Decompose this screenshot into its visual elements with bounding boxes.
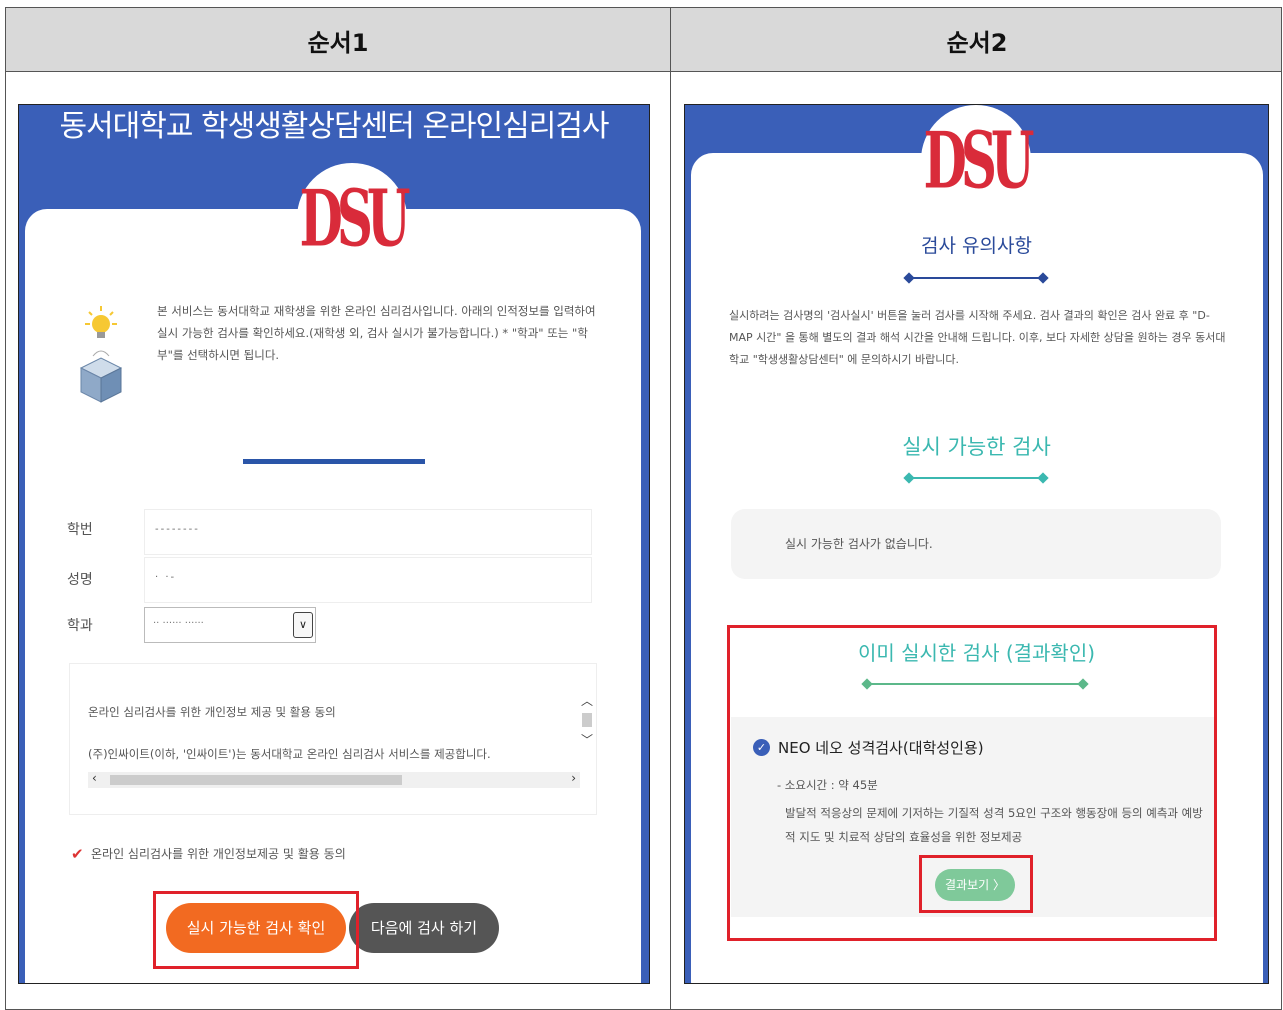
name-input[interactable]: · ·- [144, 557, 592, 603]
notice-text: 실시하려는 검사명의 '검사실시' 버튼을 눌러 검사를 시작해 주세요. 검사… [729, 309, 1226, 366]
empty-message: 실시 가능한 검사가 없습니다. [785, 537, 933, 551]
consent-checkbox-row[interactable]: ✔ 온라인 심리검사를 위한 개인정보제공 및 활용 동의 [71, 845, 346, 862]
highlight-box [153, 891, 359, 969]
title-divider [909, 277, 1043, 279]
intro-text: 본 서비스는 동서대학교 재학생을 위한 온라인 심리검사입니다. 아래의 인적… [157, 304, 596, 362]
consent-line: (주)인싸이트(이하, '인싸이트')는 동서대학교 온라인 심리검사 서비스를… [88, 747, 491, 761]
consent-line: 온라인 심리검사를 위한 개인정보 제공 및 활용 동의 [88, 705, 336, 719]
available-tests-title: 실시 가능한 검사 [902, 435, 1051, 459]
lightbulb-box-icon [79, 306, 123, 403]
step1-screenshot: 동서대학교 학생생활상담센터 온라인심리검사 DSU 본 서비스는 동서대학교 … [18, 104, 650, 984]
checkmark-icon[interactable]: ✔ [71, 846, 87, 862]
notice-title: 검사 유의사항 [921, 235, 1032, 257]
consent-terms-box: 온라인 심리검사를 위한 개인정보 제공 및 활용 동의 (주)인싸이트(이하,… [69, 663, 597, 815]
scroll-right-icon[interactable]: › [571, 771, 576, 785]
chevron-down-icon[interactable]: ∨ [293, 612, 313, 638]
dept-select-value: ·· ······ ······ [153, 618, 204, 629]
dept-select[interactable]: ·· ······ ······ ∨ [144, 607, 316, 643]
column-divider [670, 8, 671, 1009]
scroll-down-icon[interactable]: ﹀ [578, 731, 596, 748]
scroll-left-icon[interactable]: ‹ [92, 771, 97, 785]
step2-screenshot: DSU 검사 유의사항 실시하려는 검사명의 '검사실시' 버튼을 눌러 검사를… [684, 104, 1269, 984]
horizontal-scrollbar[interactable]: ‹ › [88, 771, 580, 788]
student-id-input[interactable]: -------- [144, 509, 592, 555]
dept-label: 학과 [67, 618, 93, 634]
title-divider [909, 477, 1043, 479]
scroll-thumb[interactable] [110, 775, 402, 785]
available-tests-empty: 실시 가능한 검사가 없습니다. [731, 509, 1221, 579]
logo-text: DSU [923, 114, 1034, 206]
consent-checkbox-label: 온라인 심리검사를 위한 개인정보제공 및 활용 동의 [91, 847, 346, 861]
student-id-label: 학번 [67, 522, 93, 538]
dsu-logo: DSU [921, 105, 1035, 215]
scroll-up-icon[interactable]: ︿ [578, 692, 596, 709]
header-step2: 순서2 [946, 28, 1008, 57]
banner-title: 동서대학교 학생생활상담센터 온라인심리검사 [59, 109, 609, 144]
name-label: 성명 [67, 572, 93, 588]
section-divider [243, 459, 425, 464]
header-step1: 순서1 [307, 28, 369, 57]
dsu-logo: DSU [297, 163, 411, 273]
vertical-scrollbar[interactable]: ︿ ﹀ [578, 692, 596, 762]
take-later-button[interactable]: 다음에 검사 하기 [349, 903, 499, 953]
scroll-thumb[interactable] [582, 713, 592, 727]
table-header-row: 순서1 순서2 [6, 8, 1281, 72]
highlight-box [919, 855, 1033, 913]
logo-text: DSU [299, 172, 410, 264]
